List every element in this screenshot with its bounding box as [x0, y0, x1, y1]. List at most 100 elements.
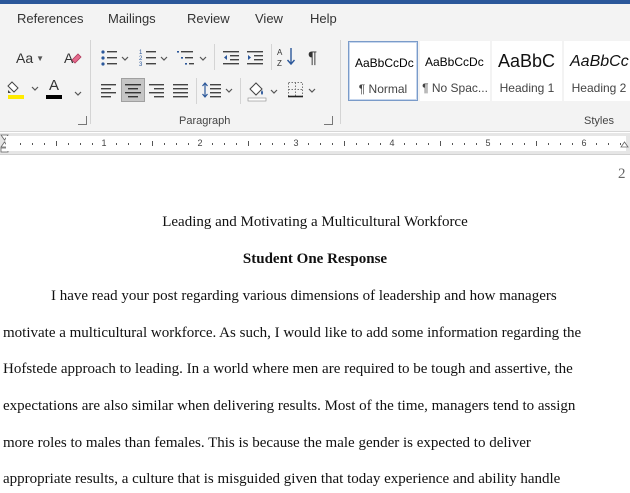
line-spacing-button[interactable] [202, 80, 234, 105]
ruler-tick [140, 143, 141, 145]
style-heading-1[interactable]: AaBbC Heading 1 [492, 41, 562, 101]
group-separator [240, 78, 241, 104]
ruler-tick [164, 143, 165, 145]
decrease-indent-icon[interactable] [223, 48, 241, 73]
change-case-button[interactable]: Aa ▼ [16, 48, 44, 68]
styles-group-label: Styles [584, 115, 614, 127]
bullets-button[interactable] [100, 48, 130, 73]
ribbon-tabs: References Mailings Review View Help [0, 4, 630, 34]
ruler-tick [68, 143, 69, 145]
styles-gallery: AaBbCcDc ¶ Normal AaBbCcDc ¶ No Spac... … [346, 41, 630, 103]
borders-button[interactable] [287, 80, 319, 105]
font-color-swatch [46, 95, 62, 99]
style-no-spacing[interactable]: AaBbCcDc ¶ No Spac... [420, 41, 490, 101]
chevron-down-icon[interactable] [74, 84, 82, 102]
ruler-tick [464, 143, 465, 145]
svg-text:Z: Z [277, 59, 282, 68]
font-color-label: A [48, 77, 59, 94]
group-separator [271, 44, 272, 70]
ruler-tick [284, 143, 285, 145]
svg-text:3: 3 [139, 62, 143, 68]
ruler-half-tick [56, 141, 57, 146]
justify-icon[interactable] [172, 80, 190, 105]
align-center-icon[interactable] [121, 78, 145, 102]
ruler-tick [272, 143, 273, 145]
ruler-number: 4 [389, 138, 395, 148]
ruler-tick [452, 143, 453, 145]
show-hide-marks-button[interactable]: ¶ [308, 48, 317, 68]
tab-help[interactable]: Help [310, 11, 337, 26]
paragraph-dialog-launcher-icon[interactable] [324, 116, 333, 125]
style-normal[interactable]: AaBbCcDc ¶ Normal [348, 41, 418, 101]
ruler-tick [428, 143, 429, 145]
style-heading-2[interactable]: AaBbCc Heading 2 [564, 41, 630, 101]
ruler-tick [560, 143, 561, 145]
group-separator [90, 40, 91, 124]
style-preview: AaBbCc [570, 53, 629, 70]
ruler-tick [404, 143, 405, 145]
ruler-tick [356, 143, 357, 145]
ruler-tick [596, 143, 597, 145]
document-page[interactable]: 2 Leading and Motivating a Multicultural… [0, 156, 630, 493]
ruler-half-tick [152, 141, 153, 146]
highlight-color-button[interactable] [6, 78, 40, 105]
shading-button[interactable] [247, 80, 279, 107]
ruler-tick [548, 143, 549, 145]
sort-icon[interactable]: A Z [277, 46, 297, 75]
ruler-tick [176, 143, 177, 145]
ruler-tick [20, 143, 21, 145]
ruler-tick [80, 143, 81, 145]
ruler-number: 3 [293, 138, 299, 148]
document-title: Leading and Motivating a Multicultural W… [162, 214, 468, 230]
ruler-number: 5 [485, 138, 491, 148]
style-preview: AaBbC [498, 51, 556, 71]
group-separator [196, 78, 197, 104]
ruler-tick [308, 143, 309, 145]
ruler-tick [320, 143, 321, 145]
ruler-tick [416, 143, 417, 145]
tab-review[interactable]: Review [187, 11, 230, 26]
ruler-tick [512, 143, 513, 145]
group-separator [214, 44, 215, 70]
page-number: 2 [618, 166, 626, 182]
tab-references[interactable]: References [17, 11, 83, 26]
tab-mailings[interactable]: Mailings [108, 11, 156, 26]
style-name: Heading 2 [571, 81, 627, 95]
style-name: Heading 1 [499, 81, 555, 95]
font-color-button[interactable]: A [46, 78, 62, 100]
ruler-number: 6 [581, 138, 587, 148]
numbering-button[interactable]: 1 2 3 [139, 48, 169, 73]
body-line: I have read your post regarding various … [51, 288, 557, 304]
increase-indent-icon[interactable] [247, 48, 265, 73]
ruler-tick [92, 143, 93, 145]
ruler-tick [224, 143, 225, 145]
tab-view[interactable]: View [255, 11, 283, 26]
ruler-tick [32, 143, 33, 145]
align-right-icon[interactable] [148, 80, 166, 105]
ruler-number: 2 [197, 138, 203, 148]
body-line: expectations are also similar when deliv… [3, 398, 576, 414]
ruler-tick [368, 143, 369, 145]
ruler-tick [44, 143, 45, 145]
change-case-label: Aa [16, 50, 34, 66]
style-name: ¶ Normal [358, 82, 408, 96]
multilevel-list-button[interactable] [177, 48, 209, 73]
ruler-tick [260, 143, 261, 145]
document-subtitle: Student One Response [242, 251, 388, 267]
horizontal-ruler[interactable]: 1 2 3 4 5 6 [0, 133, 630, 155]
clear-formatting-icon[interactable]: A [62, 48, 82, 73]
ruler-tick [380, 143, 381, 145]
body-line: appropriate results, a culture that is m… [3, 471, 561, 487]
ruler-tick [572, 143, 573, 145]
ruler-tick [236, 143, 237, 145]
font-dialog-launcher-icon[interactable] [78, 116, 87, 125]
body-line: more roles to males than females. This i… [3, 435, 531, 451]
ruler-tick [188, 143, 189, 145]
ruler-tick [476, 143, 477, 145]
body-line: motivate a multicultural workforce. As s… [3, 325, 582, 341]
ruler-tick [128, 143, 129, 145]
style-preview: AaBbCcDc [425, 55, 484, 69]
align-left-icon[interactable] [100, 80, 118, 105]
ruler-tick [332, 143, 333, 145]
ribbon: References Mailings Review View Help Aa … [0, 4, 630, 132]
